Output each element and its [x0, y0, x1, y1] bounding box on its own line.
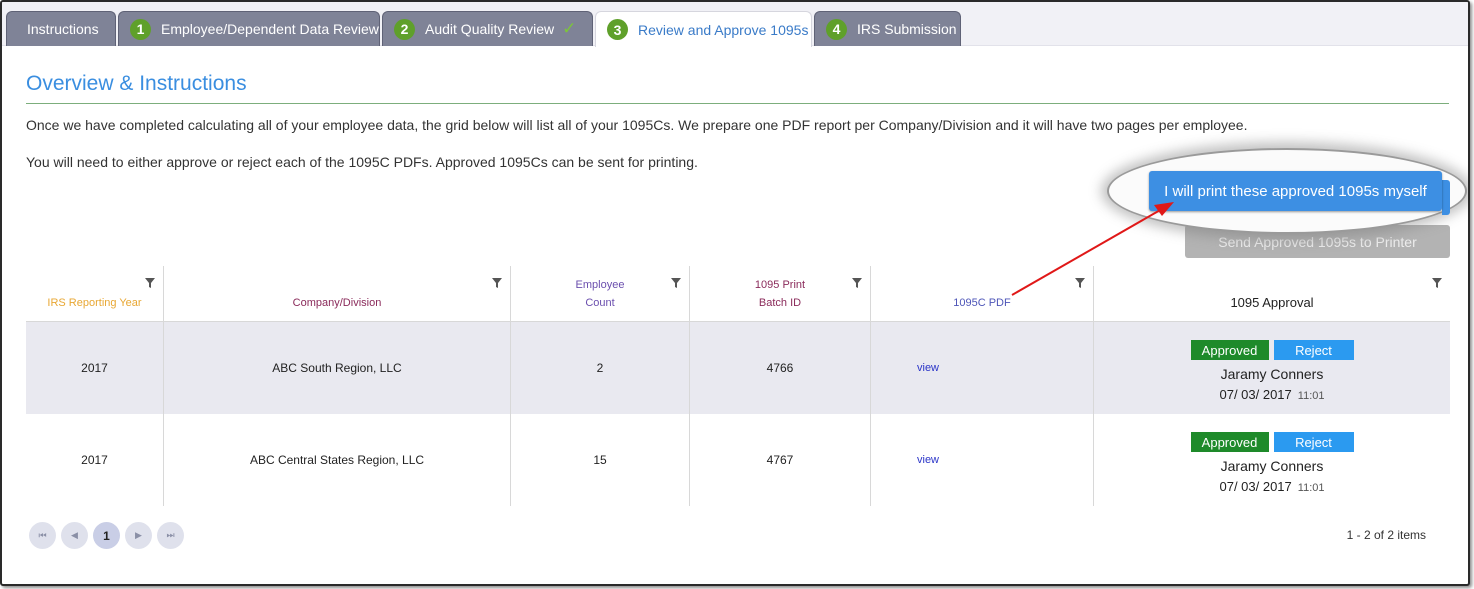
pagination: ⏮ ◀ 1 ▶ ⏭	[29, 522, 184, 549]
approved-button[interactable]: Approved	[1190, 340, 1269, 360]
cell-approval: Approved Reject Jaramy Conners 07/ 03/ 2…	[1094, 414, 1450, 506]
column-header-pdf[interactable]: 1095C PDF	[871, 266, 1094, 322]
grid-header-row: IRS Reporting Year Company/Division Empl…	[26, 266, 1450, 322]
cell-year: 2017	[26, 414, 164, 506]
column-header-employee-count[interactable]: Employee Count	[511, 266, 690, 322]
header-label: Employee	[575, 279, 625, 291]
approval-actions: Approved Reject	[1190, 340, 1354, 360]
app-frame: Instructions 1 Employee/Dependent Data R…	[0, 0, 1470, 586]
approval-time: 11:01	[1297, 482, 1325, 494]
instructions-paragraph: Once we have completed calculating all o…	[26, 117, 1248, 133]
column-header-approval[interactable]: 1095 Approval	[1094, 266, 1450, 322]
approval-timestamp: 07/ 03/ 2017 11:01	[1219, 479, 1324, 494]
approver-name: Jaramy Conners	[1220, 366, 1324, 382]
reject-button[interactable]: Reject	[1273, 340, 1354, 360]
step-number-badge: 2	[394, 18, 415, 40]
current-page-button[interactable]: 1	[93, 522, 120, 549]
approver-name: Jaramy Conners	[1220, 458, 1324, 474]
next-page-icon[interactable]: ▶	[125, 522, 152, 549]
last-page-icon[interactable]: ⏭	[157, 522, 184, 549]
header-label: 1095 Approval	[1230, 295, 1314, 310]
cell-batch-id: 4766	[690, 322, 871, 414]
filter-icon[interactable]	[1432, 278, 1442, 288]
cell-approval: Approved Reject Jaramy Conners 07/ 03/ 2…	[1094, 322, 1450, 414]
header-label: Batch ID	[758, 297, 802, 309]
tab-employee-data-review[interactable]: 1 Employee/Dependent Data Review	[118, 11, 380, 46]
approval-timestamp: 07/ 03/ 2017 11:01	[1219, 387, 1324, 402]
cell-pdf: view	[871, 322, 1094, 414]
column-header-company[interactable]: Company/Division	[164, 266, 511, 322]
filter-icon[interactable]	[492, 278, 502, 288]
table-row: 2017 ABC Central States Region, LLC 15 4…	[26, 414, 1450, 506]
step-number-badge: 4	[826, 18, 847, 40]
table-row: 2017 ABC South Region, LLC 2 4766 view A…	[26, 322, 1450, 414]
tab-label: IRS Submission	[857, 21, 957, 37]
approval-date: 07/ 03/ 2017	[1219, 479, 1292, 494]
cell-pdf: view	[871, 414, 1094, 506]
cell-company: ABC Central States Region, LLC	[164, 414, 511, 506]
view-pdf-link[interactable]: view	[917, 362, 939, 374]
tab-label: Instructions	[27, 21, 99, 37]
cell-employee-count: 2	[511, 322, 690, 414]
approval-grid: IRS Reporting Year Company/Division Empl…	[26, 266, 1450, 506]
print-myself-button[interactable]: I will print these approved 1095s myself	[1149, 171, 1442, 211]
tab-instructions[interactable]: Instructions	[6, 11, 116, 46]
filter-icon[interactable]	[852, 278, 862, 288]
approved-button[interactable]: Approved	[1190, 432, 1269, 452]
previous-page-icon[interactable]: ◀	[61, 522, 88, 549]
step-number-badge: 1	[130, 18, 151, 40]
header-label: 1095 Print	[754, 279, 806, 291]
cell-company: ABC South Region, LLC	[164, 322, 511, 414]
title-divider	[26, 103, 1449, 104]
cell-batch-id: 4767	[690, 414, 871, 506]
approval-actions: Approved Reject	[1190, 432, 1354, 452]
view-pdf-link[interactable]: view	[917, 454, 939, 466]
checkmark-icon: ✓	[562, 19, 577, 38]
header-label: IRS Reporting Year	[47, 297, 142, 309]
approval-time: 11:01	[1297, 390, 1325, 402]
tab-review-approve-1095s[interactable]: 3 Review and Approve 1095s	[595, 11, 812, 47]
tab-audit-quality-review[interactable]: 2 Audit Quality Review ✓	[382, 11, 593, 46]
instructions-paragraph: You will need to either approve or rejec…	[26, 154, 698, 170]
reject-button[interactable]: Reject	[1273, 432, 1354, 452]
pager-summary: 1 - 2 of 2 items	[1346, 528, 1426, 542]
print-button-edge	[1442, 180, 1450, 215]
wizard-tab-bar: Instructions 1 Employee/Dependent Data R…	[2, 2, 1468, 47]
tab-label: Audit Quality Review	[425, 21, 555, 37]
step-number-badge: 3	[607, 19, 628, 40]
tab-label: Employee/Dependent Data Review	[161, 21, 379, 37]
cell-employee-count: 15	[511, 414, 690, 506]
header-label: Company/Division	[292, 297, 382, 309]
first-page-icon[interactable]: ⏮	[29, 522, 56, 549]
tab-label: Review and Approve 1095s	[638, 21, 809, 38]
filter-icon[interactable]	[1075, 278, 1085, 288]
tab-irs-submission[interactable]: 4 IRS Submission	[814, 11, 961, 46]
header-label: Count	[585, 297, 615, 309]
column-header-year[interactable]: IRS Reporting Year	[26, 266, 164, 322]
section-title: Overview & Instructions	[26, 72, 247, 95]
column-header-batch-id[interactable]: 1095 Print Batch ID	[690, 266, 871, 322]
filter-icon[interactable]	[671, 278, 681, 288]
cell-year: 2017	[26, 322, 164, 414]
filter-icon[interactable]	[145, 278, 155, 288]
approval-date: 07/ 03/ 2017	[1219, 387, 1292, 402]
header-label: 1095C PDF	[953, 297, 1011, 309]
